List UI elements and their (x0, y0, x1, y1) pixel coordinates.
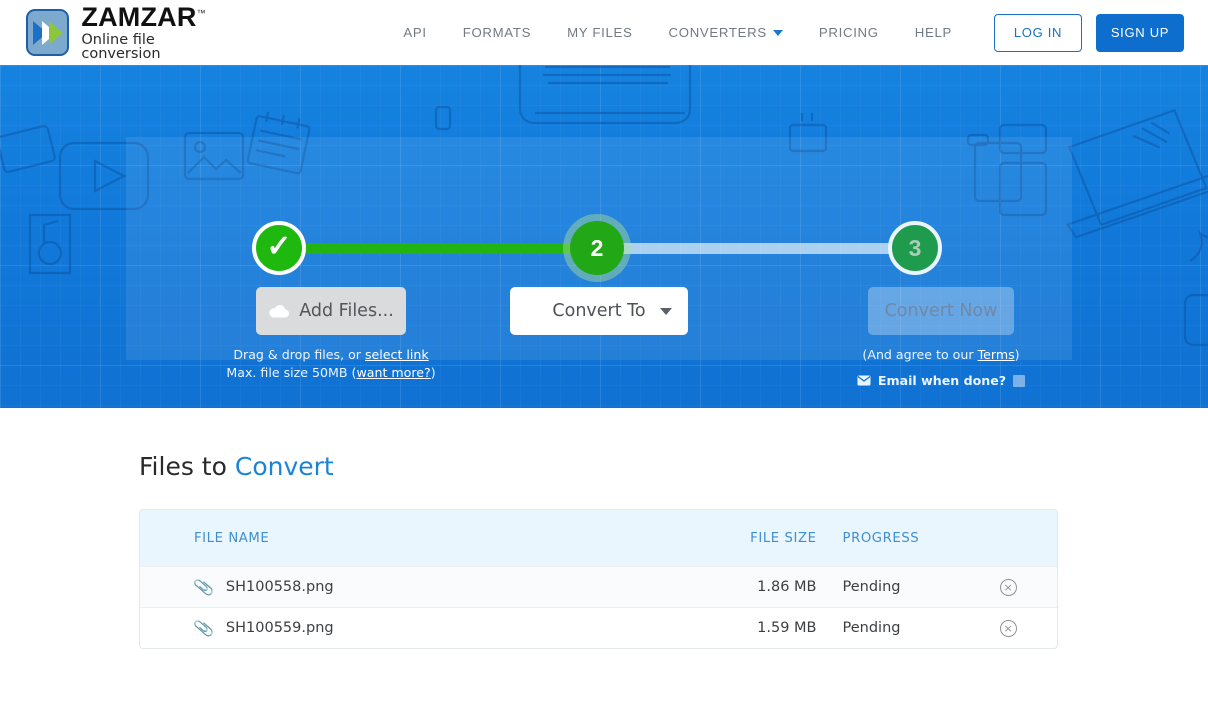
convert-to-value: Convert To (552, 301, 646, 321)
step-1-column: Add Files... Drag & drop files, or selec… (206, 287, 456, 382)
check-icon: ✓ (266, 230, 292, 263)
column-header-file-name: FILE NAME (194, 530, 270, 546)
hero-section: ✓ 2 3 Add Files... Drag & drop files, or… (0, 65, 1208, 408)
step-2-indicator[interactable]: 2 (570, 221, 624, 275)
nav-item-api[interactable]: API (403, 25, 426, 40)
hint-line-1-pre: Drag & drop files, or (233, 347, 365, 362)
file-actions-cell: × (959, 619, 1057, 637)
login-button[interactable]: LOG IN (994, 13, 1082, 52)
files-title-plain: Files to (139, 452, 235, 481)
nav-label: HELP (914, 25, 952, 40)
add-files-button[interactable]: Add Files... (256, 287, 406, 335)
chevron-down-icon (660, 308, 672, 315)
file-progress-cell: Pending (842, 579, 901, 595)
remove-file-button[interactable]: × (999, 578, 1017, 596)
nav-label: MY FILES (567, 25, 633, 40)
table-row: 📎 SH100558.png 1.86 MB Pending × (140, 566, 1057, 607)
paperclip-icon: 📎 (192, 617, 216, 639)
file-size-cell: 1.86 MB (757, 579, 817, 595)
column-header-file-size: FILE SIZE (750, 530, 817, 546)
file-actions-cell: × (959, 578, 1057, 596)
nav-item-pricing[interactable]: PRICING (819, 25, 879, 40)
step-2-column: Convert To (504, 287, 694, 335)
hint-line-2: Max. file size 50MB (want more?) (206, 364, 456, 382)
step-2-number: 2 (590, 234, 604, 261)
convert-to-select[interactable]: Convert To (510, 287, 688, 335)
nav-item-formats[interactable]: FORMATS (463, 25, 531, 40)
terms-pre: (And agree to our (862, 347, 978, 362)
column-header-progress: PROGRESS (842, 530, 920, 546)
progress-segment-complete (278, 243, 598, 254)
step-1-indicator[interactable]: ✓ (252, 221, 306, 275)
nav-item-my-files[interactable]: MY FILES (567, 25, 632, 40)
hint-line-2-post: ) (430, 365, 436, 380)
table-row: 📎 SH100559.png 1.59 MB Pending × (140, 607, 1057, 648)
trademark-symbol: ™ (196, 7, 206, 18)
chevron-down-icon (772, 29, 783, 36)
nav-label: FORMATS (462, 25, 532, 40)
signup-button[interactable]: SIGN UP (1096, 13, 1184, 52)
hint-line-1: Drag & drop files, or select link (206, 346, 456, 364)
step-3-column: Convert Now (And agree to our Terms) Ema… (816, 287, 1066, 388)
step-3-number: 3 (908, 234, 922, 261)
nav-label: PRICING (818, 25, 879, 40)
email-when-done-checkbox[interactable] (1013, 374, 1026, 387)
file-progress-cell: Pending (842, 620, 901, 636)
step-3-indicator[interactable]: 3 (888, 221, 942, 275)
progress-segment-incomplete (596, 243, 916, 254)
file-name-text: SH100558.png (225, 579, 334, 595)
envelope-icon (857, 375, 871, 386)
nav-label: API (403, 25, 427, 40)
terms-post: ) (1014, 347, 1020, 362)
cloud-upload-icon (269, 304, 290, 318)
email-when-done-label: Email when done? (877, 373, 1007, 388)
files-title-accent: Convert (234, 452, 334, 481)
files-section: Files to Convert FILE NAME FILE SIZE PRO… (0, 408, 1208, 649)
logo-word-text: ZAMZAR (81, 1, 197, 32)
add-files-label: Add Files... (299, 301, 394, 321)
file-name-cell: 📎 SH100559.png (140, 617, 681, 639)
main-navigation: API FORMATS MY FILES CONVERTERS PRICING … (403, 25, 952, 40)
files-table-header: FILE NAME FILE SIZE PROGRESS (140, 510, 1057, 566)
logo-wordmark: ZAMZAR™ (81, 1, 225, 32)
nav-item-help[interactable]: HELP (915, 25, 952, 40)
site-header: ZAMZAR™ Online file conversion API FORMA… (0, 0, 1208, 65)
auth-buttons: LOG IN SIGN UP (994, 13, 1184, 52)
logo-tagline: Online file conversion (81, 31, 161, 62)
file-name-text: SH100559.png (225, 620, 334, 636)
files-to-convert-title: Files to Convert (139, 452, 1208, 481)
hero-converter-card: ✓ 2 3 Add Files... Drag & drop files, or… (126, 137, 1072, 388)
file-name-cell: 📎 SH100558.png (140, 576, 681, 598)
zamzar-chevron-logo-icon (26, 9, 70, 56)
file-size-cell: 1.59 MB (757, 620, 817, 636)
select-link-link[interactable]: select link (365, 347, 429, 362)
remove-file-button[interactable]: × (999, 619, 1017, 637)
nav-item-converters[interactable]: CONVERTERS (669, 25, 783, 40)
files-table: FILE NAME FILE SIZE PROGRESS 📎 SH100558.… (139, 509, 1058, 649)
email-when-done-row: Email when done? (816, 373, 1066, 388)
nav-label: CONVERTERS (668, 25, 767, 40)
terms-link[interactable]: Terms (978, 347, 1015, 362)
logo[interactable]: ZAMZAR™ Online file conversion (26, 1, 225, 62)
upload-hint-text: Drag & drop files, or select link Max. f… (206, 346, 456, 382)
hint-line-2-pre: Max. file size 50MB ( (226, 365, 357, 380)
convert-now-button[interactable]: Convert Now (868, 287, 1014, 335)
paperclip-icon: 📎 (192, 576, 216, 598)
terms-text: (And agree to our Terms) (816, 346, 1066, 364)
want-more-link[interactable]: want more? (356, 365, 430, 380)
